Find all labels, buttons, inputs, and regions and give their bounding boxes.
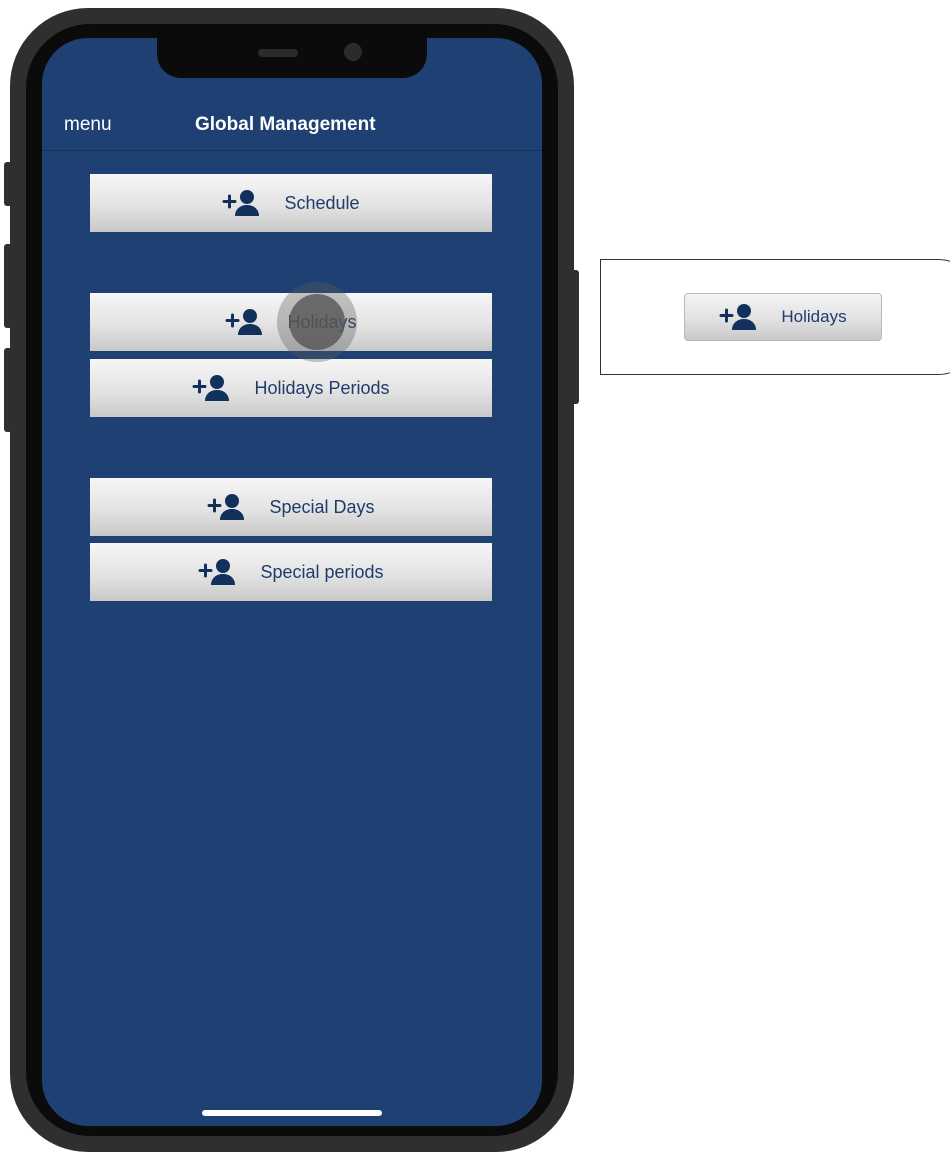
callout-holidays-button[interactable]: Holidays [684, 293, 882, 341]
holidays-periods-button[interactable]: Holidays Periods [90, 359, 492, 417]
menu-button[interactable]: menu [64, 114, 112, 136]
phone-notch [157, 38, 427, 78]
holidays-periods-button-label: Holidays Periods [254, 377, 390, 398]
add-person-icon [192, 374, 232, 402]
phone-screen: menu Global Management Schedule Holidays… [42, 38, 542, 1126]
page-title: Global Management [195, 114, 376, 135]
schedule-button-label: Schedule [284, 192, 360, 213]
home-indicator[interactable] [202, 1110, 382, 1116]
add-person-icon [198, 558, 238, 586]
add-person-icon [225, 308, 265, 336]
zoom-callout: Holidays [600, 259, 950, 375]
special-days-button-label: Special Days [269, 496, 375, 517]
holidays-button[interactable]: Holidays [90, 293, 492, 351]
front-camera [344, 43, 362, 61]
speaker-grille [258, 49, 298, 57]
add-person-icon [719, 303, 759, 331]
add-person-icon [207, 493, 247, 521]
holidays-button-label: Holidays [287, 311, 357, 332]
special-periods-button-label: Special periods [260, 561, 384, 582]
add-person-icon [222, 189, 262, 217]
special-days-button[interactable]: Special Days [90, 478, 492, 536]
navigation-bar: menu Global Management [42, 100, 542, 151]
callout-holidays-label: Holidays [781, 307, 847, 326]
stage: menu Global Management Schedule Holidays… [0, 0, 950, 1152]
schedule-button[interactable]: Schedule [90, 174, 492, 232]
special-periods-button[interactable]: Special periods [90, 543, 492, 601]
